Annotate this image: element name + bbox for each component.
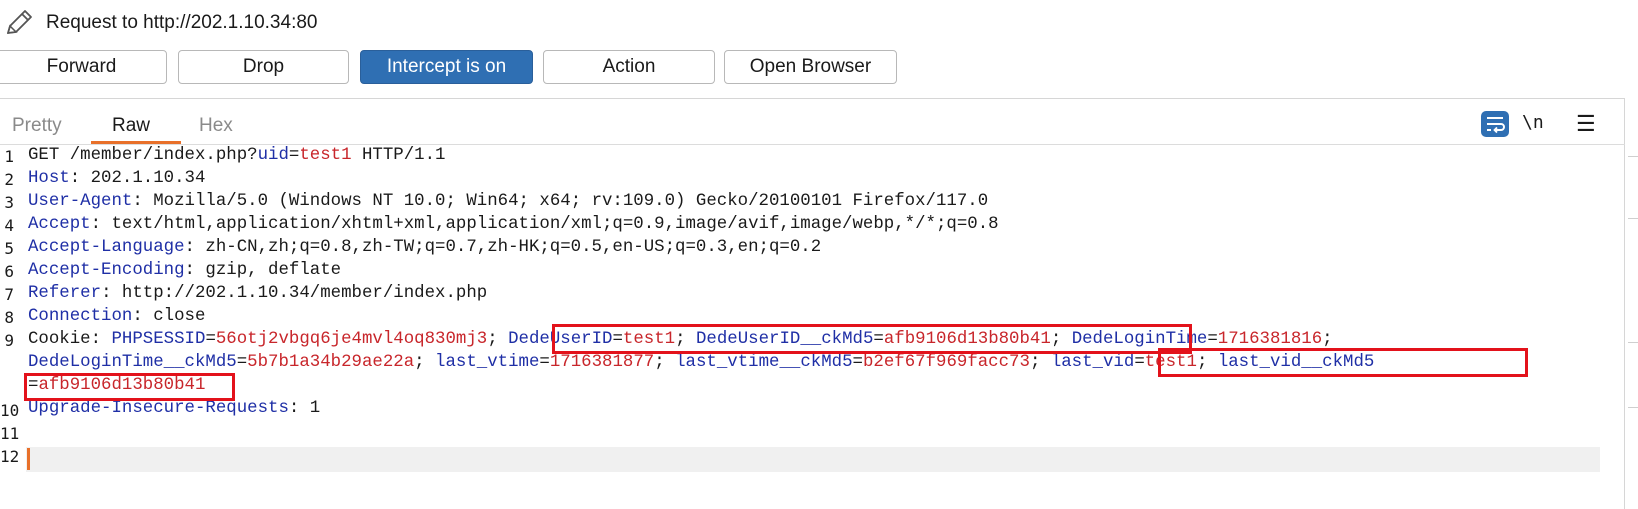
line-number: 7 [4,285,14,304]
line-number: 3 [4,193,14,212]
header-value: : close [132,307,206,326]
line-number: 6 [4,262,14,281]
request-line: GET /member/index.php?uid=test1 HTTP/1.1 [28,146,445,165]
open-browser-button[interactable]: Open Browser [724,50,897,84]
highlight-box-deduserid [552,324,1192,354]
cookie-name: last_vtime [435,353,540,372]
cookie-value: 56otj2vbgq6je4mvl4oq830mj3 [215,330,488,349]
raw-request-editor[interactable]: 1 2 3 4 5 6 7 8 9 10 11 12 GET /member/i… [0,146,1600,509]
header-value: : gzip, deflate [184,261,342,280]
header-name: Host [28,169,70,188]
forward-button[interactable]: Forward [0,50,167,84]
intercept-toggle-button[interactable]: Intercept is on [360,50,533,84]
request-method-path: GET /member/index.php? [28,146,258,165]
line-number: 5 [4,239,14,258]
hamburger-menu-icon[interactable]: ☰ [1576,111,1596,137]
cookie-value: 1716381816 [1217,330,1323,349]
pencil-icon [6,10,32,34]
line-number: 9 [4,331,14,350]
header-value: : Mozilla/5.0 (Windows NT 10.0; Win64; x… [132,192,989,211]
current-line-highlight [26,447,1600,472]
header-line: Accept-Encoding: gzip, deflate [28,261,341,280]
highlight-box-last-vid [1158,348,1528,377]
panel-divider [1624,98,1625,509]
cookie-label: Cookie: [28,330,112,349]
tab-hex[interactable]: Hex [199,115,233,137]
header-value: : text/html,application/xhtml+xml,applic… [90,215,999,234]
header-line: User-Agent: Mozilla/5.0 (Windows NT 10.0… [28,192,988,211]
header-line: Host: 202.1.10.34 [28,169,205,188]
header-name: Connection [28,307,133,326]
query-param-value: test1 [299,146,352,165]
header-name: Accept-Language [28,238,185,257]
cookie-value: 1716381877 [549,353,655,372]
request-title: Request to http://202.1.10.34:80 [46,12,318,33]
show-newlines-icon[interactable]: \n [1522,112,1544,133]
line-number: 12 [0,447,20,466]
cookie-value: b2ef67f969facc73 [862,353,1030,372]
header-name: Accept [28,215,91,234]
scroll-tick [1628,342,1638,343]
tabs-divider [0,144,1625,145]
header-line: Accept-Language: zh-CN,zh;q=0.8,zh-TW;q=… [28,238,821,257]
equals-sign: = [288,146,300,165]
cookie-name: DedeLoginTime__ckMd5 [28,353,237,372]
line-number: 1 [4,147,14,166]
cookie-name: PHPSESSID [111,330,206,349]
cookie-name: last_vtime__ckMd5 [675,353,853,372]
query-param-name: uid [257,146,289,165]
line-number: 11 [0,424,20,443]
header-line: Upgrade-Insecure-Requests: 1 [28,399,320,418]
http-protocol: HTTP/1.1 [351,146,446,165]
toolbar-divider [0,98,1625,99]
tab-pretty[interactable]: Pretty [12,115,62,137]
header-value: : zh-CN,zh;q=0.8,zh-TW;q=0.7,zh-HK;q=0.5… [184,238,822,257]
header-name: Referer [28,284,102,303]
line-number: 4 [4,216,14,235]
cookie-name: last_vid [1050,353,1135,372]
line-number: 8 [4,308,14,327]
header-value: : 202.1.10.34 [69,169,206,188]
header-value: : 1 [288,399,321,418]
header-line: Accept: text/html,application/xhtml+xml,… [28,215,999,234]
scroll-tick [1628,156,1638,157]
text-caret [27,448,30,470]
header-name: User-Agent [28,192,133,211]
wrap-lines-icon[interactable] [1481,111,1509,137]
header-line: Referer: http://202.1.10.34/member/index… [28,284,487,303]
header-value: : http://202.1.10.34/member/index.php [101,284,488,303]
scroll-tick [1628,407,1638,408]
message-title-bar: Request to http://202.1.10.34:80 [0,0,1638,42]
line-number: 10 [0,401,20,420]
drop-button[interactable]: Drop [178,50,349,84]
scroll-tick [1628,218,1638,219]
header-name: Accept-Encoding [28,261,185,280]
line-number: 2 [4,170,14,189]
highlight-box-last-vid-value [24,373,235,401]
wrap-lines-glyph [1487,117,1505,134]
header-line: Connection: close [28,307,205,326]
cookie-value: 5b7b1a34b29ae22a [247,353,415,372]
header-name: Upgrade-Insecure-Requests [28,399,289,418]
action-button[interactable]: Action [543,50,715,84]
tab-raw[interactable]: Raw [112,115,150,137]
